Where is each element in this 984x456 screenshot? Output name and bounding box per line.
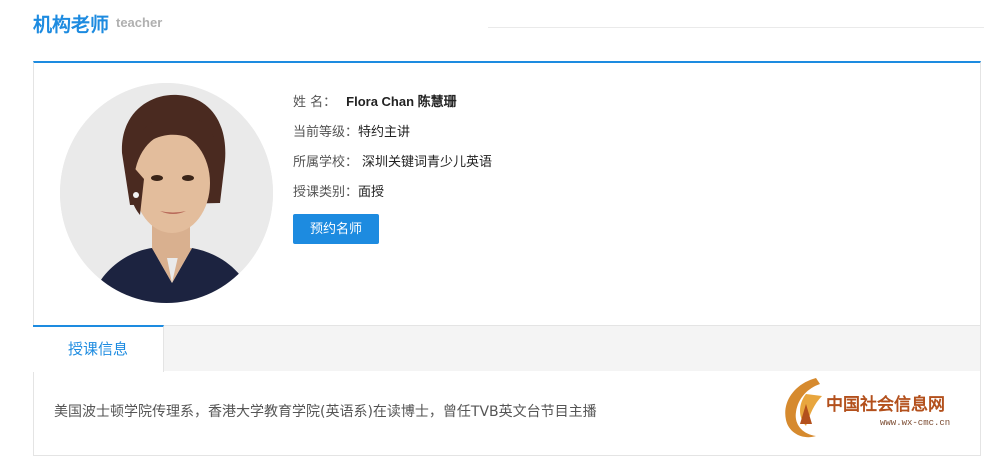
teacher-description: 美国波士顿学院传理系，香港大学教育学院(英语系)在读博士，曾任TVB英文台节目主…	[54, 404, 597, 420]
teacher-portrait-image	[60, 83, 273, 303]
section-title: 机构老师	[33, 14, 110, 36]
teacher-type-row: 授课类别：面授	[293, 181, 384, 200]
school-label: 所属学校：	[293, 155, 359, 170]
teacher-name: Flora Chan 陈慧珊	[346, 94, 457, 109]
tab-bar: 授课信息	[33, 325, 980, 372]
header-divider	[488, 27, 984, 28]
site-watermark: 中国社会信息网 www.wx-cmc.cn	[776, 374, 980, 444]
section-subtitle: teacher	[116, 15, 163, 30]
teacher-avatar	[60, 83, 273, 303]
teacher-level-row: 当前等级：特约主讲	[293, 121, 410, 140]
tab-teaching-info[interactable]: 授课信息	[33, 325, 164, 372]
level-label: 当前等级：	[293, 125, 359, 140]
watermark-logo-icon	[785, 378, 822, 438]
watermark-text: 中国社会信息网	[826, 395, 945, 415]
teacher-level: 特约主讲	[358, 125, 411, 140]
teacher-school-row: 所属学校： 深圳关键词青少儿英语	[293, 151, 492, 170]
book-teacher-button[interactable]: 预约名师	[293, 214, 379, 244]
teacher-name-row: 姓 名： Flora Chan 陈慧珊	[293, 91, 457, 110]
watermark-url: www.wx-cmc.cn	[880, 418, 951, 428]
teacher-school: 深圳关键词青少儿英语	[362, 155, 493, 170]
section-header: 机构老师 teacher	[33, 0, 984, 62]
name-label: 姓 名：	[293, 95, 337, 110]
type-label: 授课类别：	[293, 185, 359, 200]
teacher-type: 面授	[358, 185, 385, 200]
